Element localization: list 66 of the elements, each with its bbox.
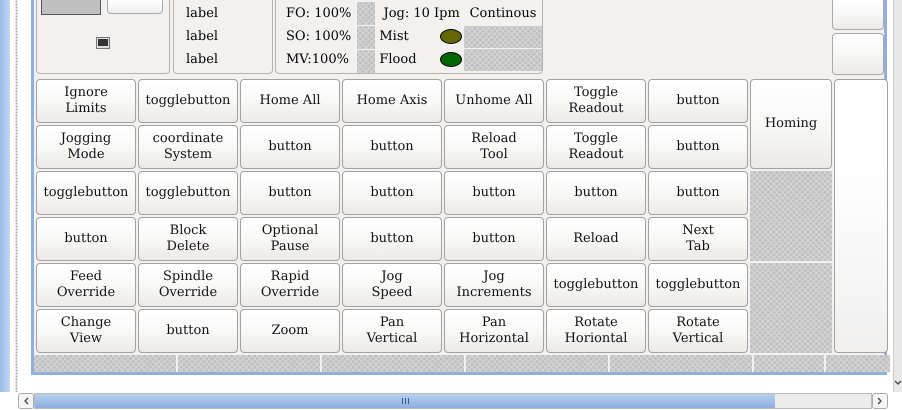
placeholder-slot <box>357 50 376 73</box>
grid-button[interactable]: button <box>546 171 646 215</box>
grid-button[interactable]: button <box>342 171 442 215</box>
image-icon <box>96 37 110 49</box>
side-button[interactable] <box>832 33 884 75</box>
grid-button[interactable]: button <box>342 125 442 169</box>
label-text: label <box>186 28 220 46</box>
grid-button[interactable]: Ignore Limits <box>36 79 136 123</box>
grid-button[interactable]: Jogging Mode <box>36 125 136 169</box>
grid-button[interactable]: button <box>240 171 340 215</box>
grid-button[interactable]: Jog Increments <box>444 263 544 307</box>
grid-button[interactable]: Zoom <box>240 309 340 353</box>
grid-button[interactable]: button <box>648 79 748 123</box>
override-readout: SO: 100% <box>286 28 352 46</box>
grid-button[interactable]: Home Axis <box>342 79 442 123</box>
label-text: label <box>186 51 220 69</box>
grid-button[interactable]: Reload <box>546 217 646 261</box>
grid-button[interactable]: button <box>648 125 748 169</box>
grid-button[interactable]: togglebutton <box>546 263 646 307</box>
grid-button[interactable]: Jog Speed <box>342 263 442 307</box>
grid-button[interactable]: togglebutton <box>36 171 136 215</box>
coolant-label: Flood <box>379 51 417 69</box>
grid-button[interactable]: button <box>444 171 544 215</box>
grid-button[interactable]: Rotate Horiontal <box>546 309 646 353</box>
grid-button[interactable]: Rapid Override <box>240 263 340 307</box>
placeholder-slot <box>826 355 890 372</box>
grid-button[interactable]: button <box>240 125 340 169</box>
override-readout: FO: 100% <box>286 5 352 23</box>
grid-button[interactable]: button <box>648 171 748 215</box>
grid-button[interactable]: button <box>342 217 442 261</box>
grid-button[interactable]: togglebutton <box>648 263 748 307</box>
grid-button[interactable]: coordinate System <box>138 125 238 169</box>
placeholder-slot <box>754 355 824 372</box>
grid-button[interactable]: Unhome All <box>444 79 544 123</box>
side-button[interactable] <box>832 0 884 30</box>
grid-button[interactable]: button <box>444 217 544 261</box>
grid-button[interactable]: Feed Override <box>36 263 136 307</box>
grid-button[interactable]: Change View <box>36 309 136 353</box>
placeholder-slot <box>357 2 376 25</box>
grid-button[interactable]: Toggle Readout <box>546 125 646 169</box>
grid-button[interactable]: Home All <box>240 79 340 123</box>
scroll-left-button[interactable] <box>18 393 34 409</box>
grid-button[interactable]: Optional Pause <box>240 217 340 261</box>
grid-button[interactable]: Toggle Readout <box>546 79 646 123</box>
grid-button[interactable]: Next Tab <box>648 217 748 261</box>
grid-button[interactable]: togglebutton <box>138 79 238 123</box>
grid-button[interactable]: Pan Vertical <box>342 309 442 353</box>
grid-button[interactable]: Spindle Override <box>138 263 238 307</box>
coolant-label: Mist <box>379 28 409 46</box>
grid-button[interactable]: button <box>36 217 136 261</box>
tall-button[interactable] <box>834 79 888 353</box>
color-swatch <box>41 0 101 15</box>
grid-button[interactable]: Pan Horizontal <box>444 309 544 353</box>
grid-button[interactable]: Block Delete <box>138 217 238 261</box>
placeholder-slot <box>357 26 376 49</box>
small-button[interactable] <box>107 0 163 14</box>
override-readout: MV:100% <box>286 51 350 69</box>
jog-rate-readout: Jog: 10 Ipm <box>381 5 461 23</box>
grid-button[interactable]: togglebutton <box>138 171 238 215</box>
grid-button[interactable]: Reload Tool <box>444 125 544 169</box>
scroll-right-button[interactable] <box>872 393 888 409</box>
label-text: label <box>186 5 220 23</box>
grid-button[interactable]: button <box>138 309 238 353</box>
jog-mode-readout: Continous <box>468 5 538 23</box>
homing-button[interactable]: Homing <box>750 79 832 169</box>
grid-button[interactable]: Rotate Vertical <box>648 309 748 353</box>
